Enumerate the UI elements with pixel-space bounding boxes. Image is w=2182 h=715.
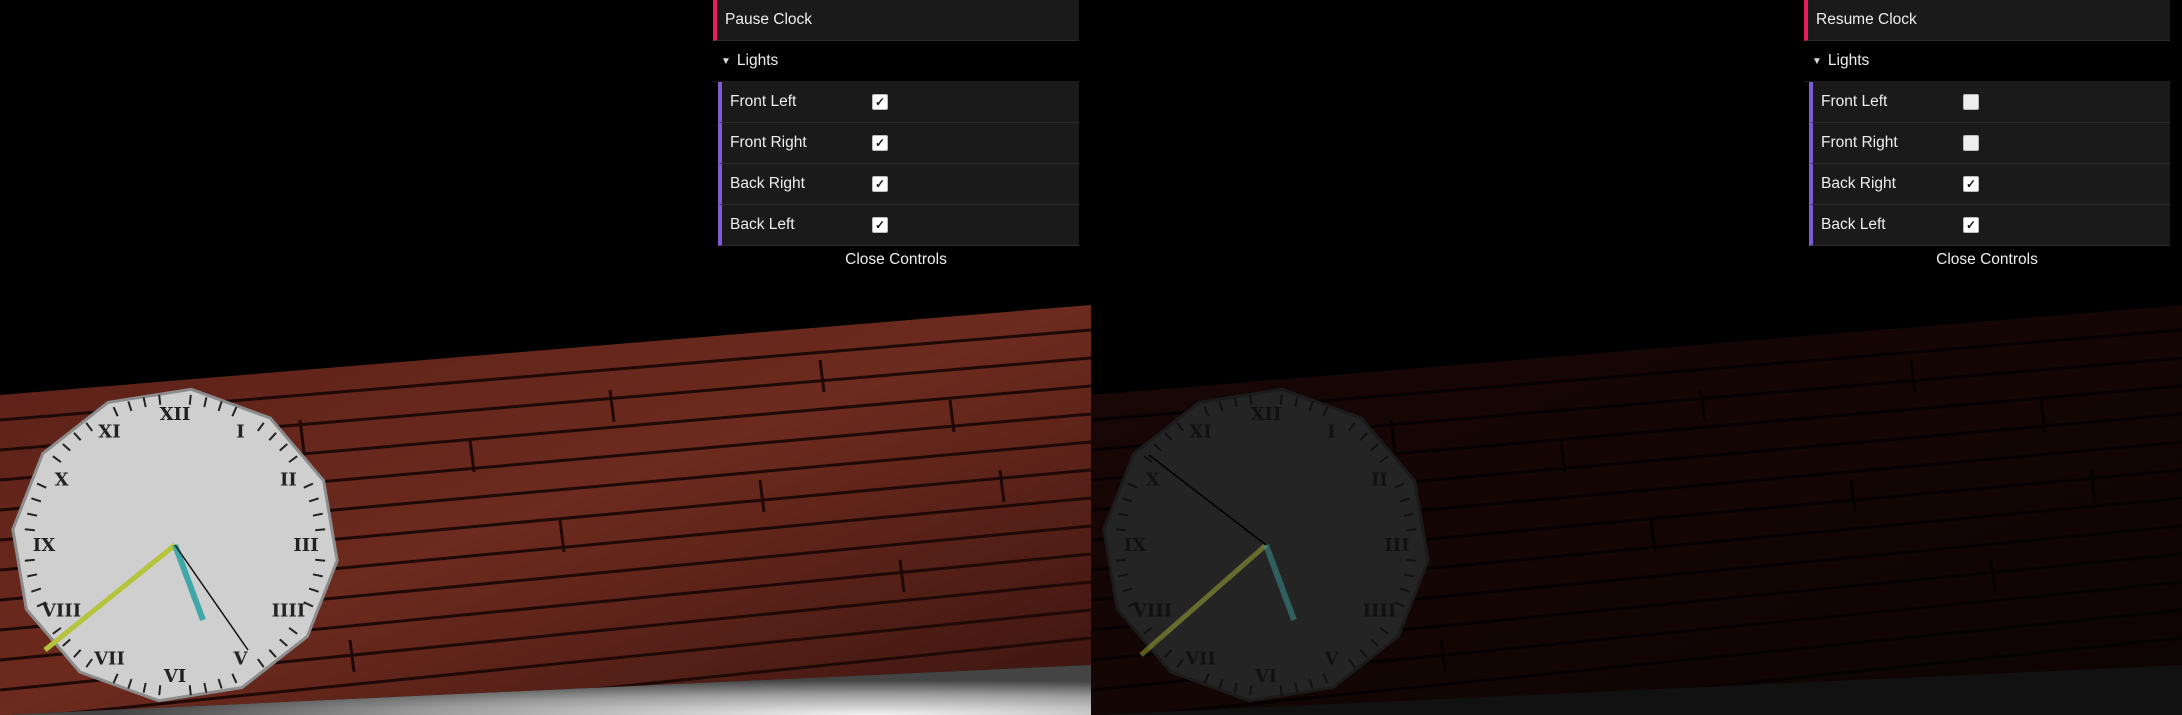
minute-tick	[24, 528, 35, 532]
front-left-checkbox[interactable]: ✓	[872, 94, 888, 110]
light-label: Back Left	[1821, 216, 1886, 233]
light-label: Back Left	[730, 216, 795, 233]
caret-down-icon: ▼	[1812, 55, 1822, 67]
light-row-front-left: Front Left ✓	[1809, 82, 2170, 123]
pause-clock-label: Pause Clock	[725, 11, 813, 28]
light-row-front-left: Front Left ✓	[718, 82, 1079, 123]
light-label: Front Right	[730, 134, 807, 151]
light-row-back-left: Back Left ✓	[718, 205, 1079, 246]
clock-numeral: III	[293, 535, 318, 556]
lights-folder-header[interactable]: ▼ Lights	[713, 41, 1079, 82]
clock-numeral: XI	[1189, 422, 1211, 443]
minute-tick	[1279, 685, 1283, 696]
light-label: Front Left	[1821, 93, 1888, 110]
clock-numeral: XI	[98, 422, 120, 443]
caret-down-icon: ▼	[721, 55, 731, 67]
clock-numeral: VII	[1184, 648, 1216, 669]
back-left-checkbox[interactable]: ✓	[1963, 217, 1979, 233]
light-row-back-right: Back Right ✓	[1809, 164, 2170, 205]
clock-numeral: V	[1324, 648, 1340, 669]
light-label: Back Right	[730, 175, 805, 192]
front-right-checkbox[interactable]: ✓	[872, 135, 888, 151]
lights-list: Front Left ✓ Front Right ✓ Back Right ✓ …	[1809, 82, 2170, 246]
clock-numeral: II	[280, 470, 297, 491]
minute-tick	[24, 558, 35, 562]
clock-numeral: IX	[33, 535, 55, 556]
clock-numeral: V	[233, 648, 249, 669]
minute-tick	[1115, 558, 1126, 562]
clock-numeral: VIII	[41, 601, 81, 622]
minute-tick	[315, 558, 326, 562]
clock-numeral: IIII	[1363, 601, 1397, 622]
light-row-back-left: Back Left ✓	[1809, 205, 2170, 246]
clock-numeral: XII	[1251, 404, 1282, 425]
render-view-left[interactable]: XII I II III IIII V VI VII VIII IX X XI Pause Clock…	[0, 0, 1091, 715]
light-row-front-right: Front Right ✓	[718, 123, 1079, 164]
clock-numeral: VII	[93, 648, 125, 669]
clock-numeral: IX	[1124, 535, 1146, 556]
light-label: Back Right	[1821, 175, 1896, 192]
clock-numeral: XII	[160, 404, 191, 425]
lights-list: Front Left ✓ Front Right ✓ Back Right ✓ …	[718, 82, 1079, 246]
light-row-back-right: Back Right ✓	[718, 164, 1079, 205]
back-right-checkbox[interactable]: ✓	[872, 176, 888, 192]
front-right-checkbox[interactable]: ✓	[1963, 135, 1979, 151]
light-row-front-right: Front Right ✓	[1809, 123, 2170, 164]
clock-numeral: III	[1384, 535, 1409, 556]
pause-clock-button[interactable]: Pause Clock	[713, 0, 1079, 41]
lights-folder-label: Lights	[736, 52, 779, 69]
clock-numeral: II	[1371, 470, 1388, 491]
resume-clock-button[interactable]: Resume Clock	[1804, 0, 2170, 41]
clock-numeral: VIII	[1132, 601, 1172, 622]
clock-numeral: X	[55, 470, 69, 491]
minute-tick	[158, 685, 162, 696]
minute-tick	[315, 528, 326, 532]
minute-tick	[1249, 685, 1253, 696]
minute-tick	[1406, 528, 1417, 532]
back-left-checkbox[interactable]: ✓	[872, 217, 888, 233]
close-controls-button[interactable]: Close Controls	[713, 246, 1079, 274]
clock-numeral: VI	[163, 666, 186, 687]
controls-panel: Pause Clock ▼ Lights Front Left ✓ Front …	[713, 0, 1079, 274]
render-view-right[interactable]: XII I II III IIII V VI VII VIII IX X XI Resume Cloc…	[1091, 0, 2182, 715]
clock-numeral: VI	[1254, 666, 1277, 687]
lights-folder-label: Lights	[1827, 52, 1870, 69]
light-label: Front Left	[730, 93, 797, 110]
clock-numeral: I	[1327, 422, 1335, 443]
clock-numeral: X	[1146, 470, 1160, 491]
resume-clock-label: Resume Clock	[1816, 11, 1917, 28]
close-controls-button[interactable]: Close Controls	[1804, 246, 2170, 274]
minute-tick	[1115, 528, 1126, 532]
controls-panel: Resume Clock ▼ Lights Front Left ✓ Front…	[1804, 0, 2170, 274]
clock-numeral: IIII	[272, 601, 306, 622]
light-label: Front Right	[1821, 134, 1898, 151]
lights-folder-header[interactable]: ▼ Lights	[1804, 41, 2170, 82]
back-right-checkbox[interactable]: ✓	[1963, 176, 1979, 192]
minute-tick	[1406, 558, 1417, 562]
minute-tick	[188, 685, 192, 696]
clock-numeral: I	[236, 422, 244, 443]
front-left-checkbox[interactable]: ✓	[1963, 94, 1979, 110]
